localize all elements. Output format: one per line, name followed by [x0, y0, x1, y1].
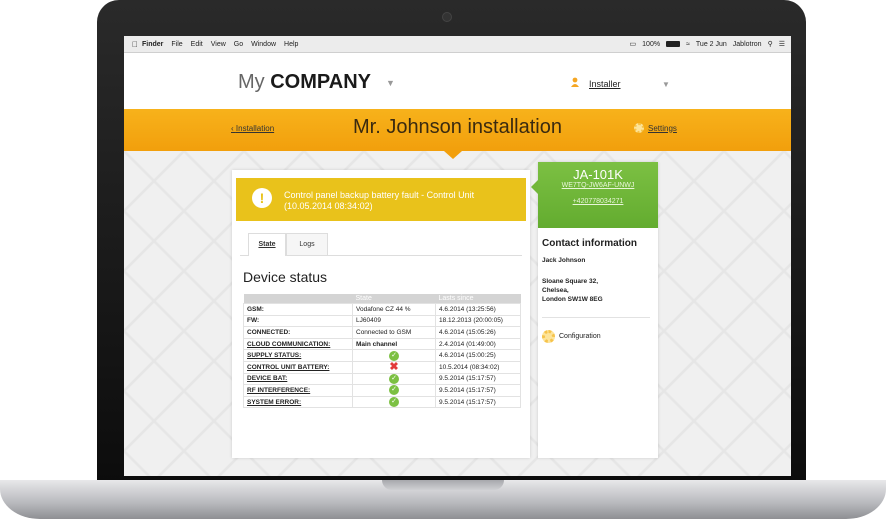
- contact-address: Sloane Square 32, Chelsea, London SW1W 8…: [542, 278, 603, 303]
- row-state: Connected to GSM: [352, 326, 436, 339]
- contact-name: Jack Johnson: [542, 257, 586, 264]
- menu-file[interactable]: File: [171, 41, 182, 48]
- row-state: ✓: [352, 384, 436, 397]
- device-phone-link[interactable]: +420778034271: [538, 198, 658, 205]
- menu-window[interactable]: Window: [251, 41, 276, 48]
- wifi-icon[interactable]: ≈: [686, 41, 690, 48]
- apple-icon[interactable]: : [128, 40, 142, 49]
- main-card: ! Control panel backup battery fault - C…: [232, 170, 530, 458]
- divider: [542, 317, 650, 318]
- app-header: My COMPANY ▼ Installer ▼: [124, 53, 791, 109]
- column-header: Lasts since: [435, 294, 521, 304]
- gear-icon: [542, 330, 555, 343]
- row-label-link[interactable]: CONTROL UNIT BATTERY:: [243, 360, 353, 374]
- check-icon: ✓: [389, 385, 399, 396]
- side-panel: JA-101K WE7TQ-JW6AF-UNWJ +420778034271 C…: [531, 162, 658, 458]
- check-icon: ✓: [389, 373, 399, 384]
- alert-banner: ! Control panel backup battery fault - C…: [236, 178, 526, 221]
- screen:  Finder File Edit View Go Window Help ▭…: [124, 36, 791, 476]
- row-since: 18.12.2013 (20:00:05): [435, 314, 521, 328]
- menubar-status: ▭ 100% ≈ Tue 2 Jun Jablotron ⚲ ☰: [630, 40, 785, 49]
- table-row: CONTROL UNIT BATTERY: ✖ 10.5.2014 (08:34…: [243, 360, 521, 374]
- table-row: FW: LJ60409 18.12.2013 (20:00:05): [243, 314, 521, 328]
- row-since: 4.6.2014 (13:25:56): [435, 303, 521, 316]
- menu-edit[interactable]: Edit: [191, 41, 203, 48]
- table-row: DEVICE BAT: ✓ 9.5.2014 (15:17:57): [243, 372, 521, 386]
- cross-icon: ✖: [389, 361, 399, 374]
- status-table: State Lasts since GSM: Vodafone CZ 44 % …: [243, 294, 521, 409]
- table-row: CONNECTED: Connected to GSM 4.6.2014 (15…: [243, 326, 521, 339]
- contact-title: Contact information: [542, 238, 637, 249]
- user-menu-link[interactable]: Installer: [589, 79, 621, 89]
- row-since: 4.6.2014 (15:05:26): [435, 326, 521, 339]
- row-since: 9.5.2014 (15:17:57): [435, 395, 521, 409]
- chevron-down-icon[interactable]: ▼: [386, 78, 395, 88]
- alert-text: Control panel backup battery fault - Con…: [284, 190, 475, 211]
- row-since: 9.5.2014 (15:17:57): [435, 384, 521, 397]
- row-label-link[interactable]: RF INTERFERENCE:: [243, 384, 353, 397]
- table-row: SUPPLY STATUS: ✓ 4.6.2014 (15:00:25): [243, 349, 521, 362]
- section-title: Device status: [243, 269, 328, 285]
- company-logo[interactable]: My COMPANY: [238, 71, 371, 94]
- column-header: [243, 294, 353, 304]
- configuration-link[interactable]: Configuration: [542, 330, 601, 343]
- mac-menubar:  Finder File Edit View Go Window Help ▭…: [124, 36, 791, 53]
- row-state: ✓: [352, 372, 436, 386]
- tab-state[interactable]: State: [248, 233, 286, 256]
- settings-link[interactable]: Settings: [634, 123, 677, 133]
- chevron-down-icon[interactable]: ▼: [662, 80, 670, 89]
- spotlight-icon[interactable]: ⚲: [768, 40, 773, 48]
- row-label-link[interactable]: SUPPLY STATUS:: [243, 349, 353, 362]
- table-row: GSM: Vodafone CZ 44 % 4.6.2014 (13:25:56…: [243, 303, 521, 316]
- row-label-link[interactable]: CLOUD COMMUNICATION:: [243, 337, 353, 351]
- row-label-link[interactable]: DEVICE BAT:: [243, 372, 353, 386]
- camera-icon: [442, 12, 452, 22]
- user-menu[interactable]: Jablotron: [733, 41, 762, 48]
- row-since: 4.6.2014 (15:00:25): [435, 349, 521, 362]
- clock[interactable]: Tue 2 Jun: [696, 41, 727, 48]
- warning-icon: !: [252, 188, 272, 208]
- check-icon: ✓: [389, 397, 399, 408]
- battery-icon[interactable]: [666, 41, 681, 47]
- airplay-icon[interactable]: ▭: [630, 40, 637, 48]
- column-header: State: [352, 294, 436, 304]
- row-label-link[interactable]: SYSTEM ERROR:: [243, 395, 353, 409]
- menu-view[interactable]: View: [211, 41, 226, 48]
- title-banner: ‹ Installation Mr. Johnson installation …: [124, 109, 791, 151]
- page-title: Mr. Johnson installation: [352, 116, 562, 138]
- row-state: ✖: [352, 360, 436, 374]
- banner-pointer: [444, 151, 462, 159]
- notifications-icon[interactable]: ☰: [779, 40, 785, 48]
- menu-help[interactable]: Help: [284, 41, 298, 48]
- battery-percent: 100%: [642, 40, 661, 48]
- row-state: ✓: [352, 395, 436, 409]
- laptop-notch: [382, 480, 504, 490]
- row-label: GSM:: [243, 303, 353, 316]
- check-icon: ✓: [389, 350, 399, 361]
- menu-go[interactable]: Go: [234, 41, 243, 48]
- row-since: 2.4.2014 (01:49:00): [435, 337, 521, 351]
- tab-logs[interactable]: Logs: [286, 233, 328, 255]
- row-since: 9.5.2014 (15:17:57): [435, 372, 521, 386]
- row-label: FW:: [243, 314, 353, 328]
- gear-icon: [634, 123, 644, 133]
- table-row: SYSTEM ERROR: ✓ 9.5.2014 (15:17:57): [243, 395, 521, 409]
- row-state: LJ60409: [352, 314, 436, 328]
- device-box: JA-101K WE7TQ-JW6AF-UNWJ +420778034271: [531, 162, 658, 228]
- tab-bar: State Logs: [240, 233, 522, 256]
- row-state: ✓: [352, 349, 436, 362]
- table-row: RF INTERFERENCE: ✓ 9.5.2014 (15:17:57): [243, 384, 521, 397]
- row-label: CONNECTED:: [243, 326, 353, 339]
- menu-finder[interactable]: Finder: [142, 41, 163, 48]
- row-state: Vodafone CZ 44 %: [352, 303, 436, 316]
- table-row: CLOUD COMMUNICATION: Main channel 2.4.20…: [243, 337, 521, 351]
- device-name: JA-101K: [573, 167, 623, 182]
- device-code-link[interactable]: WE7TQ-JW6AF-UNWJ: [538, 182, 658, 189]
- user-icon: [571, 77, 579, 87]
- row-state: Main channel: [352, 337, 436, 351]
- row-since: 10.5.2014 (08:34:02): [435, 360, 521, 374]
